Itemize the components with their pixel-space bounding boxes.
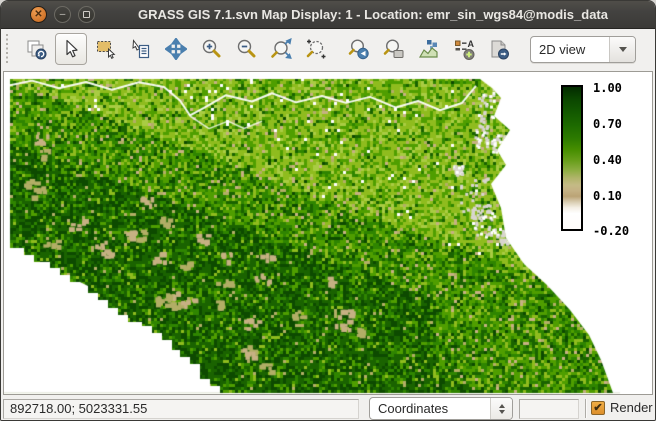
statusbar-mode-value: Coordinates (370, 401, 490, 416)
legend-label: 0.70 (593, 117, 622, 131)
query-icon (130, 38, 152, 60)
map-toolbar: A 2D view (1, 29, 655, 69)
statusbar-progress-area (519, 399, 579, 419)
select-features-button[interactable] (90, 33, 122, 65)
titlebar[interactable]: ✕ – GRASS GIS 7.1.svn Map Display: 1 - L… (1, 1, 655, 29)
raster-legend: 1.00 0.70 0.40 0.10 -0.20 (561, 85, 641, 235)
legend-color-bar (561, 85, 583, 231)
map-display-area: 1.00 0.70 0.40 0.10 -0.20 (3, 71, 653, 395)
pointer-icon (60, 38, 82, 60)
zoom-back-icon (348, 38, 370, 60)
zoom-to-region-button[interactable] (300, 33, 332, 65)
dropdown-arrow-button[interactable] (609, 37, 635, 62)
legend-label: 1.00 (593, 81, 622, 95)
legend-label: 0.10 (593, 189, 622, 203)
close-icon[interactable]: ✕ (30, 6, 47, 23)
zoom-options-button[interactable] (378, 33, 410, 65)
coordinate-readout: 892718.00; 5023331.55 (3, 399, 359, 419)
analyze-map-icon (418, 38, 440, 60)
zoom-to-region-icon (305, 38, 327, 60)
zoom-out-icon (235, 38, 257, 60)
window-title: GRASS GIS 7.1.svn Map Display: 1 - Locat… (111, 1, 635, 29)
render-checkbox[interactable]: ✔ (591, 401, 605, 415)
grass-map-display-window: ✕ – GRASS GIS 7.1.svn Map Display: 1 - L… (0, 0, 656, 421)
render-map-button[interactable] (20, 33, 52, 65)
statusbar: 892718.00; 5023331.55 Coordinates ✔ Rend… (1, 396, 655, 421)
maximize-icon[interactable] (78, 6, 95, 23)
add-map-elements-icon: A (453, 38, 475, 60)
zoom-back-button[interactable] (343, 33, 375, 65)
add-map-elements-button[interactable]: A (448, 33, 480, 65)
pan-button[interactable] (160, 33, 192, 65)
save-display-icon (488, 38, 510, 60)
zoom-out-button[interactable] (230, 33, 262, 65)
minimize-icon[interactable]: – (54, 6, 71, 23)
legend-label: -0.20 (593, 224, 629, 238)
pointer-button[interactable] (55, 33, 87, 65)
select-features-icon (95, 38, 117, 60)
legend-label: 0.40 (593, 153, 622, 167)
analyze-map-button[interactable] (413, 33, 445, 65)
render-map-icon (25, 38, 47, 60)
spinner-arrows-icon[interactable] (490, 398, 512, 419)
map-canvas[interactable] (4, 72, 652, 394)
zoom-options-icon (383, 38, 405, 60)
zoom-to-extent-icon (270, 38, 292, 60)
statusbar-mode-dropdown[interactable]: Coordinates (369, 397, 513, 420)
render-checkbox-label: Render (610, 400, 653, 415)
zoom-in-icon (200, 38, 222, 60)
query-button[interactable] (125, 33, 157, 65)
view-mode-dropdown[interactable]: 2D view (530, 36, 636, 63)
zoom-to-extent-button[interactable] (265, 33, 297, 65)
save-display-button[interactable] (483, 33, 515, 65)
chevron-down-icon (619, 47, 627, 52)
statusbar-separator (585, 399, 586, 418)
svg-text:A: A (468, 39, 475, 49)
toolbar-grip-handle[interactable] (4, 34, 11, 64)
zoom-in-button[interactable] (195, 33, 227, 65)
view-mode-value: 2D view (531, 42, 609, 57)
pan-icon (165, 38, 187, 60)
